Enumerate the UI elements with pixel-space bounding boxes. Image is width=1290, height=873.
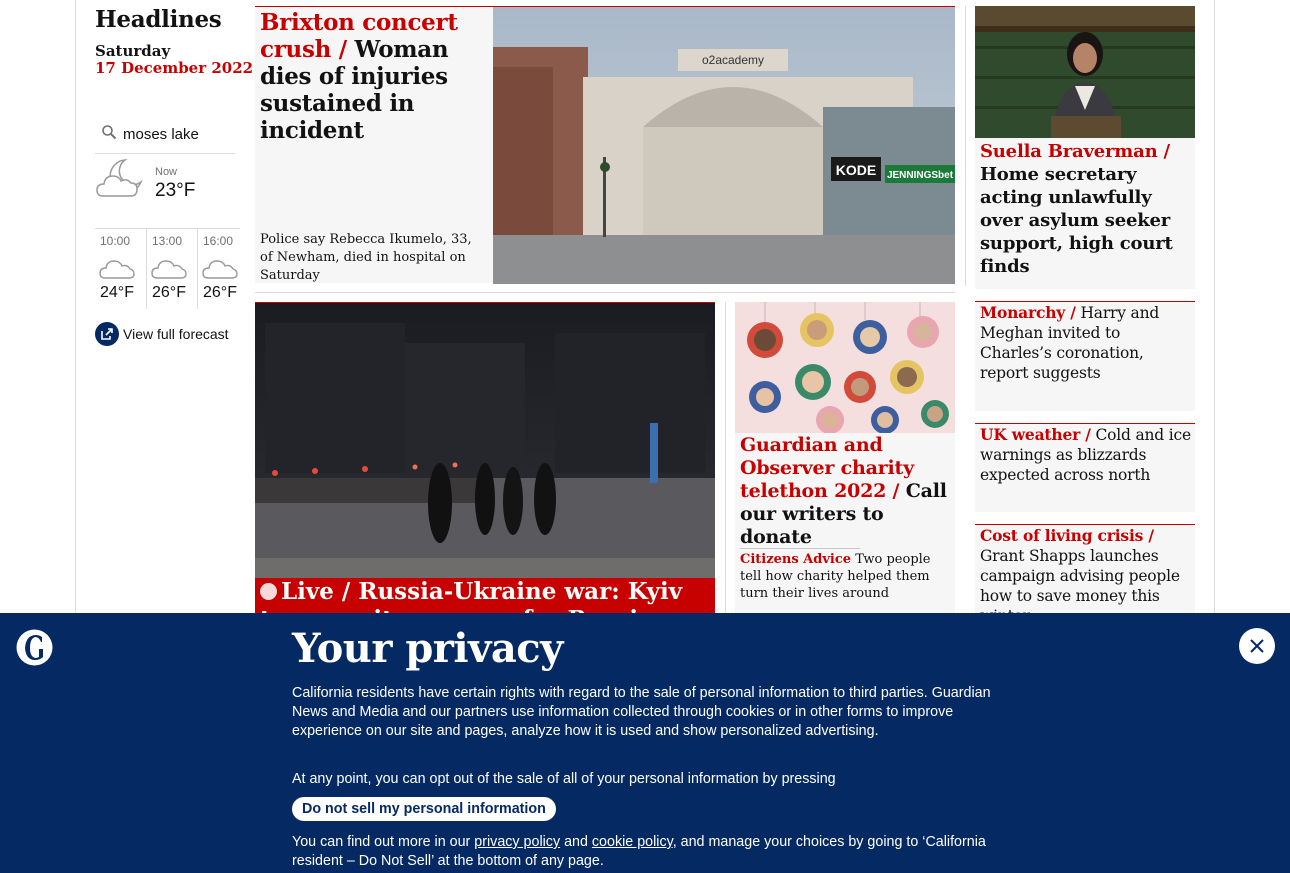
- cookie-policy-link[interactable]: cookie policy: [592, 834, 673, 850]
- external-link-icon: [95, 322, 119, 346]
- story-kicker: Live /: [281, 578, 351, 605]
- weather-now-temp: 23°F: [155, 180, 196, 201]
- story-trail: Police say Rebecca Ikumelo, 33, of Newha…: [260, 232, 472, 283]
- privacy-policy-link[interactable]: privacy policy: [474, 834, 560, 850]
- date-full: 17 December 2022: [95, 59, 254, 77]
- search-icon: [102, 125, 117, 140]
- forecast-temp: 24°F: [100, 284, 134, 301]
- story-image-brixton-academy[interactable]: o2academy KODE JENNINGSbet: [493, 7, 955, 284]
- cloud-icon: [99, 260, 135, 279]
- privacy-title: Your privacy: [292, 625, 563, 672]
- privacy-text: California residents have certain rights…: [292, 685, 991, 739]
- column-divider: [965, 6, 966, 286]
- forecast-temp: 26°F: [152, 284, 186, 301]
- story-brixton[interactable]: Brixton concert crush / Woman dies of in…: [255, 6, 955, 284]
- story-kicker: Guardian and Observer charity telethon 2…: [740, 434, 914, 502]
- story-charity-telethon[interactable]: Guardian and Observer charity telethon 2…: [735, 302, 955, 620]
- sublink-kicker: Citizens Advice: [740, 552, 852, 567]
- close-icon: [1250, 639, 1264, 653]
- sublink-divider: [740, 548, 860, 549]
- privacy-banner: Your privacy California residents have c…: [0, 613, 1290, 873]
- live-indicator-icon: [260, 583, 277, 600]
- view-full-forecast-label: View full forecast: [123, 326, 229, 342]
- column-divider: [725, 302, 726, 617]
- section-title: Headlines: [95, 6, 222, 33]
- story-braverman[interactable]: Suella Braverman / Home secretary acting…: [975, 6, 1195, 289]
- story-headline[interactable]: Brixton concert crush / Woman dies of in…: [260, 9, 485, 144]
- story-ukraine-live[interactable]: Live / Russia-Ukraine war: Kyiv tense as…: [255, 302, 715, 661]
- moon-cloud-icon: [96, 159, 143, 197]
- sign-jenningsbet: JENNINGSbet: [887, 170, 954, 181]
- story-image-charity-writers[interactable]: [735, 302, 955, 433]
- close-privacy-button[interactable]: [1239, 628, 1275, 664]
- privacy-and-text: and: [560, 834, 592, 850]
- privacy-opt-out-text: At any point, you can opt out of the sal…: [292, 771, 836, 787]
- search-input[interactable]: moses lake: [123, 126, 199, 143]
- story-kicker: Suella Braverman /: [980, 141, 1170, 162]
- forecast-time: 13:00: [152, 234, 183, 248]
- forecast-item: 10:00 24°F: [95, 229, 146, 309]
- weather-now-label: Now: [155, 166, 178, 178]
- forecast-time: 10:00: [100, 234, 131, 248]
- story-headline-text: Home secretary acting unlawfully over as…: [980, 164, 1173, 277]
- privacy-more-info: You can find out more in our privacy pol…: [292, 833, 1002, 871]
- cloud-icon: [202, 260, 238, 279]
- story-cost-of-living[interactable]: Cost of living crisis / Grant Shapps lau…: [975, 524, 1195, 625]
- story-uk-weather[interactable]: UK weather / Cold and ice warnings as bl…: [975, 423, 1195, 512]
- story-image-braverman[interactable]: [975, 6, 1195, 138]
- cloud-icon: [151, 260, 187, 279]
- forecast-item: 13:00 26°F: [146, 229, 197, 309]
- story-headline[interactable]: Suella Braverman / Home secretary acting…: [980, 140, 1192, 278]
- story-monarchy[interactable]: Monarchy / Harry and Meghan invited to C…: [975, 301, 1195, 411]
- story-headline[interactable]: Cost of living crisis / Grant Shapps lau…: [980, 526, 1192, 626]
- row-divider: [255, 292, 955, 293]
- privacy-more-text: You can find out more in our: [292, 834, 475, 850]
- do-not-sell-button[interactable]: Do not sell my personal information: [292, 797, 556, 821]
- story-headline[interactable]: UK weather / Cold and ice warnings as bl…: [980, 425, 1192, 485]
- guardian-logo-icon: [16, 629, 53, 666]
- hourly-forecast: 10:00 24°F 13:00 26°F 16:00 26°F: [95, 228, 240, 309]
- sign-kode: KODE: [836, 162, 876, 178]
- forecast-temp: 26°F: [203, 284, 237, 301]
- story-kicker: Cost of living crisis /: [980, 526, 1154, 545]
- story-kicker: UK weather /: [980, 425, 1091, 444]
- story-sublink[interactable]: Citizens Advice Two people tell how char…: [740, 551, 950, 602]
- story-kicker: Monarchy /: [980, 303, 1076, 322]
- story-headline[interactable]: Monarchy / Harry and Meghan invited to C…: [980, 303, 1192, 383]
- story-image-kyiv-night[interactable]: [255, 303, 715, 578]
- sign-o2academy: o2academy: [702, 53, 764, 67]
- forecast-time: 16:00: [203, 234, 234, 248]
- view-full-forecast-link[interactable]: View full forecast: [95, 321, 229, 347]
- story-headline[interactable]: Guardian and Observer charity telethon 2…: [740, 434, 952, 549]
- forecast-item: 16:00 26°F: [197, 229, 248, 309]
- weather-location-search[interactable]: moses lake: [95, 118, 235, 154]
- date-day: Saturday: [95, 42, 171, 60]
